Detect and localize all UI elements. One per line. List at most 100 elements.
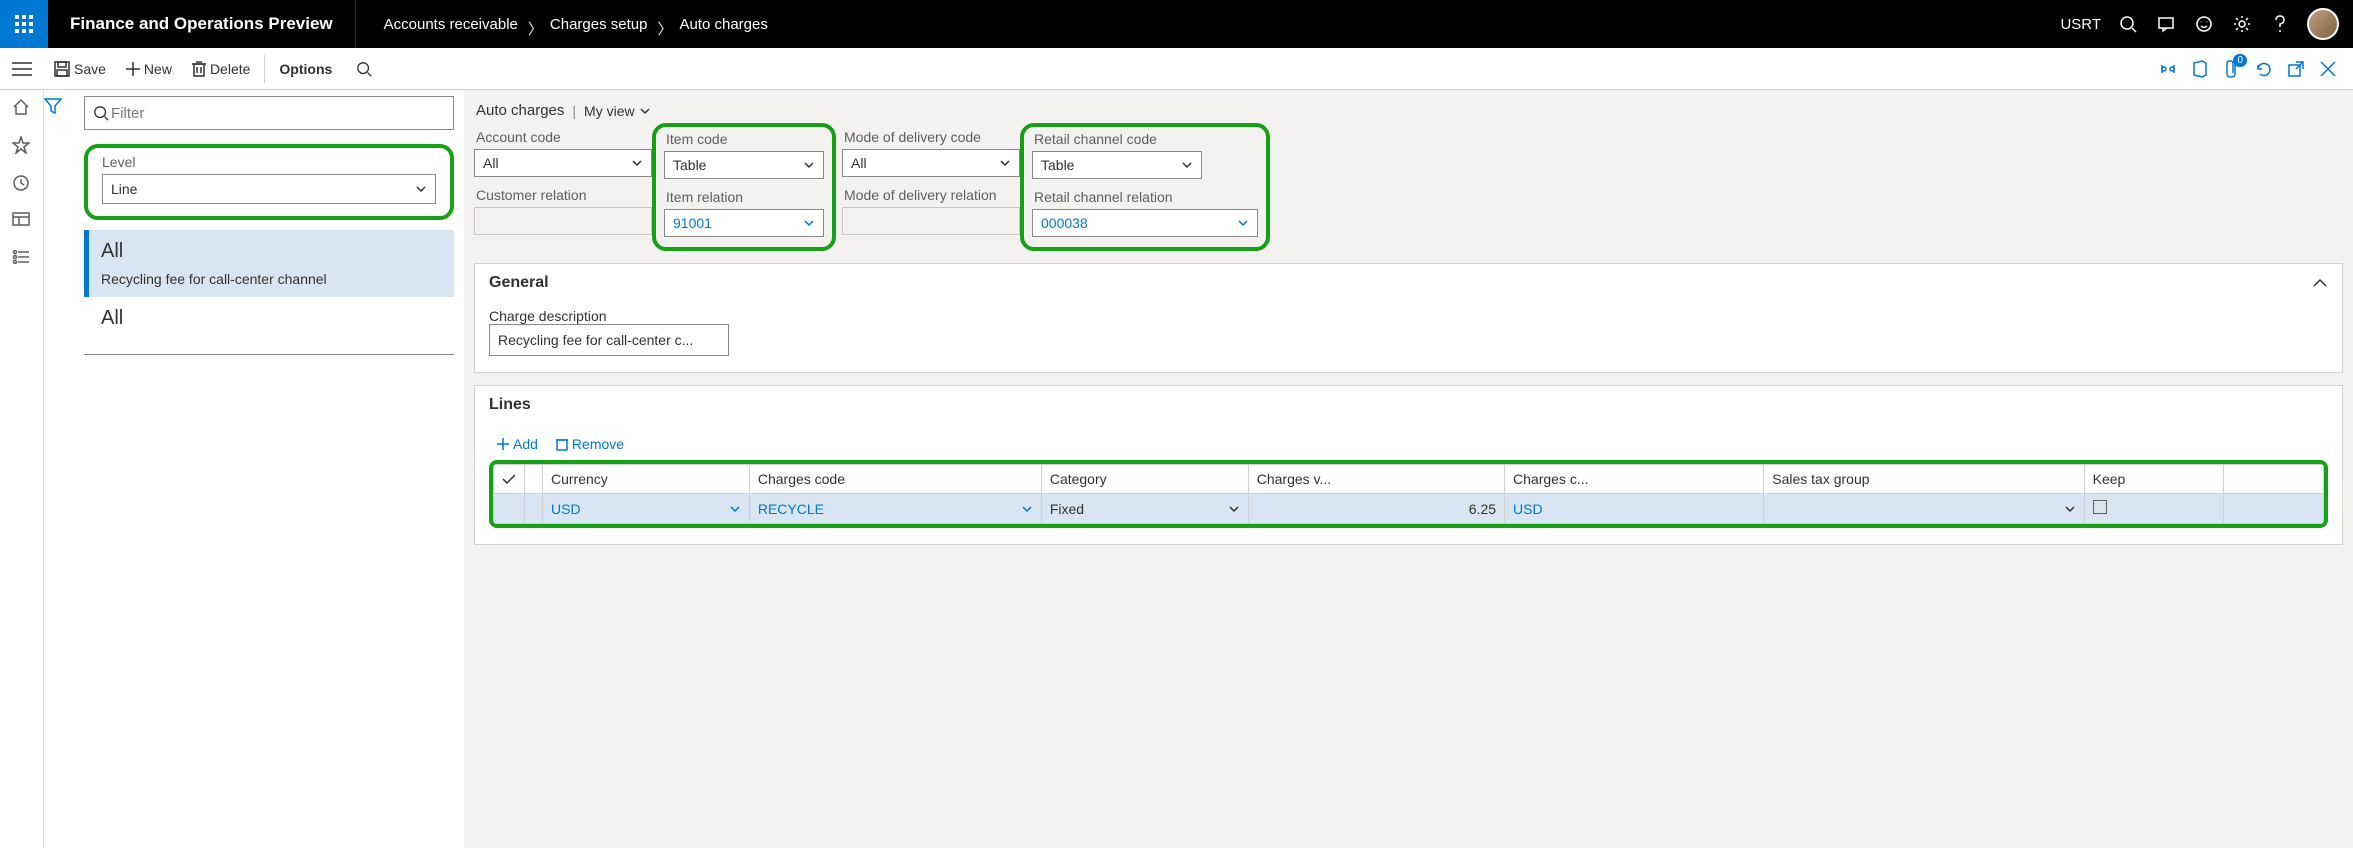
filter-input[interactable] <box>109 104 445 123</box>
command-bar: Save New Delete Options <box>0 48 2353 90</box>
item-code-label: Item code <box>666 131 824 147</box>
attachments-icon[interactable] <box>2221 58 2243 80</box>
filter-icon[interactable] <box>44 98 84 114</box>
close-icon[interactable] <box>2317 58 2339 80</box>
delete-button[interactable]: Delete <box>182 55 260 83</box>
list-item[interactable]: All <box>84 297 454 348</box>
feedback-icon[interactable] <box>2193 13 2215 35</box>
cell-keep[interactable] <box>2084 494 2223 524</box>
list-item-sub: Recycling fee for call-center channel <box>101 271 442 287</box>
chevron-right-icon: 〉 <box>657 18 669 30</box>
col-keep[interactable]: Keep <box>2084 465 2223 494</box>
refresh-icon[interactable] <box>2253 58 2275 80</box>
settings-icon[interactable] <box>2231 13 2253 35</box>
workspaces-icon[interactable] <box>12 212 32 232</box>
search-icon <box>93 105 109 121</box>
retail-relation-label: Retail channel relation <box>1034 189 1258 205</box>
account-code-select[interactable]: All <box>474 149 652 177</box>
cell-currency[interactable]: USD <box>543 494 750 524</box>
chevron-down-icon <box>1237 217 1249 229</box>
avatar[interactable] <box>2307 8 2339 40</box>
add-line-button[interactable]: Add <box>497 436 538 452</box>
nav-toggle[interactable] <box>0 48 44 90</box>
cell-charges-code[interactable]: RECYCLE <box>749 494 1041 524</box>
help-icon[interactable] <box>2269 13 2291 35</box>
view-selector[interactable]: My view <box>584 103 651 119</box>
col-extra <box>2224 465 2324 494</box>
breadcrumb-item[interactable]: Charges setup <box>550 16 648 33</box>
lines-grid: Currency Charges code Category Charges v… <box>489 460 2328 528</box>
col-select[interactable] <box>494 465 525 494</box>
link-icon[interactable] <box>2157 58 2179 80</box>
level-select[interactable]: Line <box>102 174 436 204</box>
general-panel: General Charge description Recycling fee… <box>474 263 2343 373</box>
retail-relation-select[interactable]: 000038 <box>1032 209 1258 237</box>
new-label: New <box>144 61 172 77</box>
lines-header[interactable]: Lines <box>475 386 2342 424</box>
delivery-code-label: Mode of delivery code <box>844 129 1020 145</box>
col-sales-tax[interactable]: Sales tax group <box>1764 465 2084 494</box>
delivery-code-block: Mode of delivery code All Mode of delive… <box>842 129 1026 251</box>
check-icon <box>502 474 516 484</box>
popout-icon[interactable] <box>2285 58 2307 80</box>
item-code-highlight: Item code Table Item relation 91001 <box>652 123 836 251</box>
lines-panel: Lines Add Remove <box>474 385 2343 545</box>
breadcrumb-item[interactable]: Auto charges <box>679 16 767 33</box>
office-icon[interactable] <box>2189 58 2211 80</box>
checkbox-icon[interactable] <box>2093 500 2107 514</box>
col-currency[interactable]: Currency <box>543 465 750 494</box>
charge-desc-input[interactable]: Recycling fee for call-center c... <box>489 324 729 356</box>
col-charges-value[interactable]: Charges v... <box>1248 465 1504 494</box>
chevron-down-icon <box>803 217 815 229</box>
filter-input-wrap[interactable] <box>84 96 454 130</box>
chevron-down-icon <box>1021 503 1033 515</box>
delivery-code-select[interactable]: All <box>842 149 1020 177</box>
item-relation-select[interactable]: 91001 <box>664 209 824 237</box>
trash-icon <box>192 61 206 77</box>
breadcrumb-item[interactable]: Accounts receivable <box>384 16 518 33</box>
save-button[interactable]: Save <box>44 55 116 83</box>
delivery-relation-label: Mode of delivery relation <box>844 187 1020 203</box>
general-header[interactable]: General <box>475 264 2342 302</box>
list-item-title: All <box>101 307 442 330</box>
cell-charges-currency[interactable]: USD <box>1505 494 1764 524</box>
recent-icon[interactable] <box>12 174 32 194</box>
cell-category[interactable]: Fixed <box>1041 494 1248 524</box>
item-code-select[interactable]: Table <box>664 151 824 179</box>
customer-relation-label: Customer relation <box>476 187 652 203</box>
app-title: Finance and Operations Preview <box>48 0 356 48</box>
list-item[interactable]: All Recycling fee for call-center channe… <box>84 230 454 297</box>
account-code-block: Account code All Customer relation <box>474 129 658 251</box>
level-value: Line <box>111 181 137 197</box>
options-label: Options <box>279 61 332 77</box>
app-launcher[interactable] <box>0 0 48 48</box>
chevron-down-icon <box>631 157 643 169</box>
cell-charges-value[interactable]: 6.25 <box>1248 494 1504 524</box>
col-marker <box>525 465 543 494</box>
chevron-down-icon <box>1228 503 1240 515</box>
table-row[interactable]: USD RECYCLE Fixed 6.25 USD <box>494 494 2324 524</box>
messages-icon[interactable] <box>2155 13 2177 35</box>
remove-line-button[interactable]: Remove <box>556 436 624 452</box>
col-charges-code[interactable]: Charges code <box>749 465 1041 494</box>
new-button[interactable]: New <box>116 55 182 83</box>
home-icon[interactable] <box>12 98 32 118</box>
breadcrumb: Accounts receivable 〉 Charges setup 〉 Au… <box>356 16 768 33</box>
chevron-down-icon <box>1181 159 1193 171</box>
search-command[interactable] <box>346 55 382 83</box>
search-icon[interactable] <box>2117 13 2139 35</box>
col-category[interactable]: Category <box>1041 465 1248 494</box>
lines-actions: Add Remove <box>489 430 2328 460</box>
body: Level Line All Recycling fee for call-ce… <box>0 90 2353 848</box>
retail-code-select[interactable]: Table <box>1032 151 1202 179</box>
charge-desc-label: Charge description <box>489 308 2328 324</box>
col-charges-currency[interactable]: Charges c... <box>1505 465 1764 494</box>
favorite-icon[interactable] <box>12 136 32 156</box>
list-column: Level Line All Recycling fee for call-ce… <box>84 90 464 848</box>
retail-code-label: Retail channel code <box>1034 131 1258 147</box>
list-divider <box>84 354 454 355</box>
cell-sales-tax[interactable] <box>1764 494 2084 524</box>
modules-icon[interactable] <box>12 250 32 270</box>
options-button[interactable]: Options <box>264 55 346 83</box>
company-code[interactable]: USRT <box>2060 16 2101 33</box>
